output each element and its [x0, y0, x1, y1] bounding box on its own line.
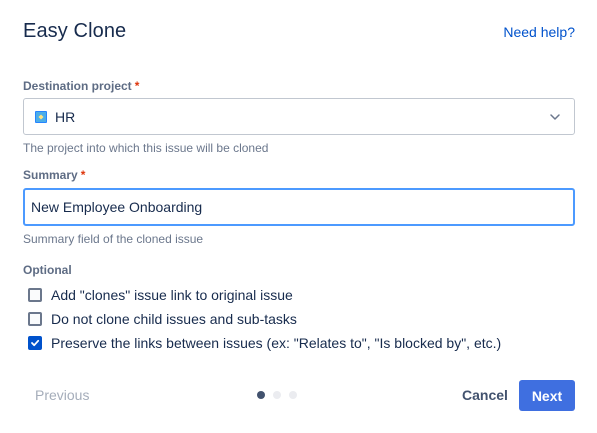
option-label: Do not clone child issues and sub-tasks: [51, 311, 297, 327]
need-help-link[interactable]: Need help?: [503, 24, 575, 40]
project-avatar-icon: [35, 110, 47, 123]
required-asterisk: *: [134, 79, 140, 93]
option-preserve-links[interactable]: Preserve the links between issues (ex: "…: [28, 333, 501, 353]
destination-project-label-text: Destination project: [23, 79, 132, 93]
step-dot: [289, 391, 297, 399]
destination-project-helper: The project into which this issue will b…: [23, 141, 269, 155]
summary-input[interactable]: [23, 188, 575, 226]
step-dot-active: [257, 391, 265, 399]
option-no-child-issues[interactable]: Do not clone child issues and sub-tasks: [28, 309, 297, 329]
next-button[interactable]: Next: [519, 380, 575, 411]
option-add-clones-link[interactable]: Add "clones" issue link to original issu…: [28, 285, 293, 305]
checkbox-unchecked[interactable]: [28, 288, 42, 302]
optional-section-label: Optional: [23, 263, 72, 277]
checkbox-checked[interactable]: [28, 336, 42, 350]
destination-project-value: HR: [55, 108, 76, 125]
dialog-title: Easy Clone: [23, 20, 127, 42]
step-dot: [273, 391, 281, 399]
summary-label-text: Summary: [23, 168, 78, 182]
summary-label: Summary *: [23, 168, 85, 182]
required-asterisk: *: [80, 168, 86, 182]
option-label: Preserve the links between issues (ex: "…: [51, 335, 502, 351]
checkbox-unchecked[interactable]: [28, 312, 42, 326]
destination-project-select[interactable]: HR: [23, 98, 575, 135]
cancel-button[interactable]: Cancel: [455, 380, 515, 410]
step-indicator: [257, 391, 297, 399]
chevron-down-icon: [550, 114, 560, 120]
option-label: Add "clones" issue link to original issu…: [51, 287, 293, 303]
previous-button[interactable]: Previous: [35, 387, 89, 403]
summary-helper: Summary field of the cloned issue: [23, 232, 204, 246]
destination-project-label: Destination project *: [23, 79, 139, 93]
easy-clone-dialog: Easy Clone Need help? Destination projec…: [0, 0, 597, 433]
checkmark-icon: [31, 339, 40, 347]
